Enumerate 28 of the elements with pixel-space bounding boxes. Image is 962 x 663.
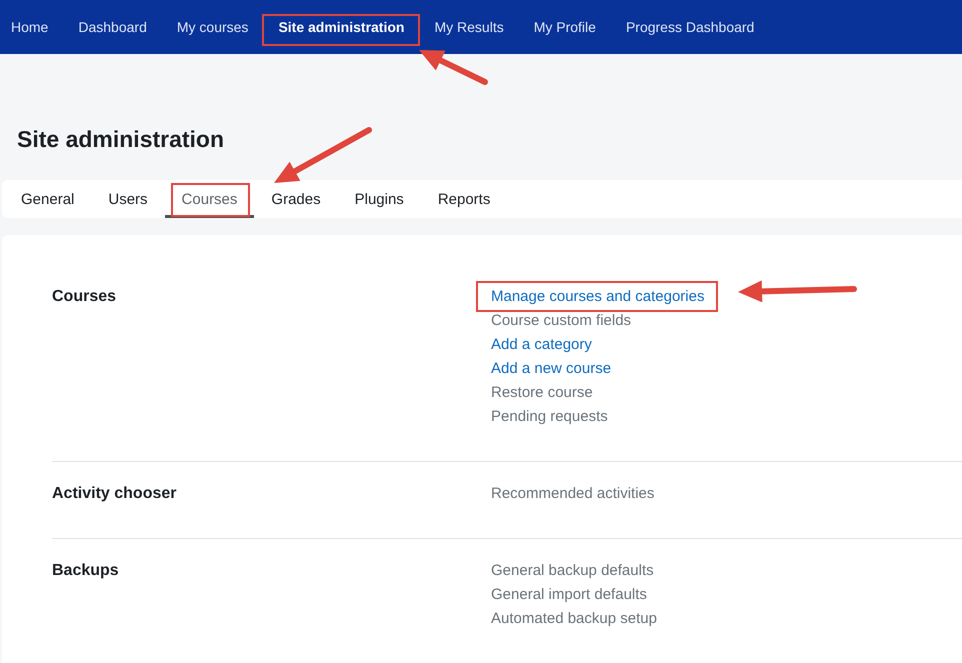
tab[interactable]: Grades: [254, 180, 338, 218]
nav-link[interactable]: My Profile: [518, 0, 611, 54]
settings-link[interactable]: Restore course: [491, 381, 593, 405]
pointer-arrow: [419, 50, 488, 85]
settings-link[interactable]: Automated backup setup: [491, 607, 657, 631]
nav-link[interactable]: My Results: [419, 0, 519, 54]
tab[interactable]: Reports: [420, 180, 508, 218]
page-title: Site administration: [17, 125, 226, 154]
nav-link[interactable]: Progress Dashboard: [610, 0, 770, 54]
settings-link[interactable]: Add a new course: [491, 357, 612, 381]
settings-link[interactable]: Recommended activities: [491, 482, 654, 506]
tab[interactable]: Courses: [164, 180, 254, 218]
nav-link[interactable]: My courses: [162, 0, 264, 54]
section-heading: Courses: [52, 287, 118, 307]
settings-link[interactable]: Manage courses and categories: [491, 285, 704, 309]
settings-link[interactable]: General backup defaults: [491, 559, 654, 583]
nav-link[interactable]: Site administration: [263, 0, 420, 54]
tab[interactable]: Users: [91, 180, 165, 218]
tab[interactable]: General: [4, 180, 92, 218]
nav-link[interactable]: Dashboard: [63, 0, 162, 54]
tab[interactable]: Plugins: [338, 180, 421, 218]
settings-link[interactable]: Pending requests: [491, 405, 608, 429]
section-heading: Activity chooser: [52, 484, 178, 504]
section-heading: Backups: [52, 561, 120, 581]
settings-link[interactable]: Add a category: [491, 333, 592, 357]
settings-link[interactable]: Course custom fields: [491, 309, 632, 333]
nav-link[interactable]: Home: [0, 0, 64, 54]
settings-link[interactable]: General import defaults: [491, 583, 647, 607]
